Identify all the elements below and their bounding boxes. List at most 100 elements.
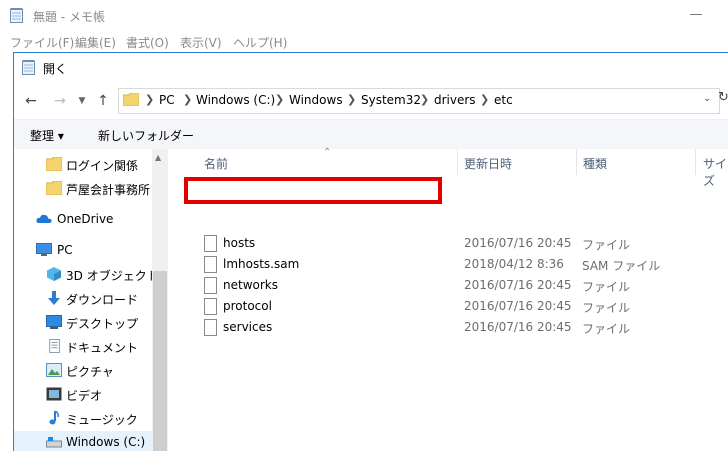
scroll-up-icon[interactable]: ▲ xyxy=(155,153,161,162)
nav-label: ピクチャ xyxy=(66,365,114,379)
file-type: ファイル xyxy=(582,280,631,294)
file-date: 2016/07/16 20:45 xyxy=(464,320,572,334)
notepad-icon xyxy=(22,60,35,75)
address-bar[interactable]: ❯ PC ❯ Windows (C:) ❯ Windows ❯ System32… xyxy=(118,88,720,114)
nav-item-pc[interactable]: PC xyxy=(14,239,152,261)
cube-icon xyxy=(47,267,61,281)
video-icon xyxy=(46,387,62,401)
nav-label: Windows (C:) xyxy=(66,435,146,449)
notepad-menu-bar: ファイル(F) 編集(E) 書式(O) 表示(V) ヘルプ(H) xyxy=(0,31,728,52)
nav-item-onedrive[interactable]: OneDrive xyxy=(14,208,152,230)
breadcrumb-etc[interactable]: etc xyxy=(494,93,513,107)
file-row-networks[interactable]: networks 2016/07/16 20:45 ファイル xyxy=(168,275,728,296)
nav-label: PC xyxy=(57,243,73,257)
up-arrow-icon[interactable]: ↑ xyxy=(94,92,112,110)
file-name: networks xyxy=(223,278,278,292)
nav-item-pictures[interactable]: ピクチャ xyxy=(14,359,152,381)
menu-file[interactable]: ファイル(F) xyxy=(10,34,74,51)
breadcrumb-system32[interactable]: System32 xyxy=(361,93,421,107)
column-header-type[interactable]: 種類 xyxy=(577,149,695,175)
file-type: SAM ファイル xyxy=(582,259,661,273)
file-date: 2016/07/16 20:45 xyxy=(464,299,572,313)
nav-item-documents[interactable]: ドキュメント xyxy=(14,335,152,357)
nav-item-videos[interactable]: ビデオ xyxy=(14,383,152,405)
file-date: 2016/07/16 20:45 xyxy=(464,236,572,250)
file-row-hosts[interactable]: hosts 2016/07/16 20:45 ファイル xyxy=(168,233,728,254)
column-header-name[interactable]: 名前 xyxy=(188,149,443,175)
file-name: protocol xyxy=(223,299,272,313)
file-date: 2016/07/16 20:45 xyxy=(464,278,572,292)
menu-help[interactable]: ヘルプ(H) xyxy=(233,34,287,51)
breadcrumb-drivers[interactable]: drivers xyxy=(434,93,476,107)
minimize-icon[interactable] xyxy=(690,14,702,15)
file-icon xyxy=(204,277,217,294)
chevron-right-icon[interactable]: ❯ xyxy=(275,93,284,106)
nav-item-3d-objects[interactable]: 3D オブジェクト xyxy=(14,263,159,285)
menu-view[interactable]: 表示(V) xyxy=(180,34,222,51)
chevron-right-icon[interactable]: ❯ xyxy=(420,93,429,106)
breadcrumb-windows[interactable]: Windows xyxy=(289,93,343,107)
scrollbar-thumb[interactable] xyxy=(153,271,167,451)
forward-arrow-icon[interactable]: → xyxy=(51,92,69,110)
column-header-size[interactable]: サイズ xyxy=(696,149,728,188)
nav-label: ビデオ xyxy=(66,389,103,403)
nav-item-windows-c[interactable]: Windows (C:) xyxy=(14,431,152,451)
file-row-services[interactable]: services 2016/07/16 20:45 ファイル xyxy=(168,317,728,338)
command-bar: 整理 ▾ 新しいフォルダー xyxy=(14,119,728,150)
file-icon xyxy=(204,319,217,336)
chevron-down-icon[interactable]: ⌄ xyxy=(703,93,711,104)
menu-edit[interactable]: 編集(E) xyxy=(75,34,116,51)
navigation-pane: ログイン関係 芦屋会計事務所 OneDrive PC 3D オブジェクト ダウン… xyxy=(14,149,168,451)
nav-label: ダウンロード xyxy=(66,293,139,307)
chevron-right-icon[interactable]: ❯ xyxy=(145,93,154,106)
nav-item-downloads[interactable]: ダウンロード xyxy=(14,287,152,309)
dialog-title: 開く xyxy=(43,62,68,76)
music-icon xyxy=(49,411,59,425)
menu-format[interactable]: 書式(O) xyxy=(126,34,169,51)
refresh-icon[interactable]: ↻ xyxy=(718,90,728,105)
breadcrumb-windows-c[interactable]: Windows (C:) xyxy=(196,93,275,107)
address-row: ← → ▼ ↑ ❯ PC ❯ Windows (C:) ❯ Windows ❯ … xyxy=(14,84,728,118)
file-icon xyxy=(204,235,217,252)
file-date: 2018/04/12 8:36 xyxy=(464,257,564,271)
nav-label: デスクトップ xyxy=(66,317,139,331)
back-arrow-icon[interactable]: ← xyxy=(22,92,40,110)
open-dialog: 開く ← → ▼ ↑ ❯ PC ❯ Windows (C:) ❯ Windows… xyxy=(13,52,728,451)
nav-label: ドキュメント xyxy=(66,341,139,355)
nav-label: 3D オブジェクト xyxy=(66,269,159,283)
chevron-right-icon[interactable]: ❯ xyxy=(480,93,489,106)
breadcrumb-pc[interactable]: PC xyxy=(159,93,175,107)
computer-icon xyxy=(36,243,52,256)
chevron-right-icon[interactable]: ❯ xyxy=(347,93,356,106)
file-row-protocol[interactable]: protocol 2016/07/16 20:45 ファイル xyxy=(168,296,728,317)
nav-label: 芦屋会計事務所 xyxy=(66,183,151,197)
column-header-modified[interactable]: 更新日時 xyxy=(458,149,576,175)
new-folder-button[interactable]: 新しいフォルダー xyxy=(98,127,194,144)
file-icon xyxy=(204,298,217,315)
dialog-title-bar: 開く xyxy=(14,53,728,83)
file-type: ファイル xyxy=(582,238,631,252)
folder-icon xyxy=(123,93,139,106)
nav-item-desktop[interactable]: デスクトップ xyxy=(14,311,152,333)
folder-icon xyxy=(46,181,62,195)
nav-label: ミュージック xyxy=(66,413,138,427)
organize-button[interactable]: 整理 ▾ xyxy=(30,127,64,144)
notepad-icon xyxy=(10,8,23,23)
nav-label: ログイン関係 xyxy=(66,159,139,173)
file-row-lmhosts[interactable]: lmhosts.sam 2018/04/12 8:36 SAM ファイル xyxy=(168,254,728,275)
nav-item-ashiya[interactable]: 芦屋会計事務所 xyxy=(14,177,152,199)
file-icon xyxy=(204,256,217,273)
cloud-icon xyxy=(36,214,52,223)
highlight-box xyxy=(184,177,442,204)
nav-item-music[interactable]: ミュージック xyxy=(14,407,152,429)
file-type: ファイル xyxy=(582,301,631,315)
file-name: services xyxy=(223,320,273,334)
nav-label: OneDrive xyxy=(57,212,114,226)
chevron-right-icon[interactable]: ❯ xyxy=(183,93,192,106)
nav-item-login[interactable]: ログイン関係 xyxy=(14,153,152,175)
recent-chevron-down-icon[interactable]: ▼ xyxy=(73,92,91,110)
document-icon xyxy=(49,339,60,353)
notepad-title: 無題 - メモ帳 xyxy=(33,10,105,24)
nav-scrollbar[interactable]: ▲ xyxy=(152,149,168,451)
file-type: ファイル xyxy=(582,322,631,336)
